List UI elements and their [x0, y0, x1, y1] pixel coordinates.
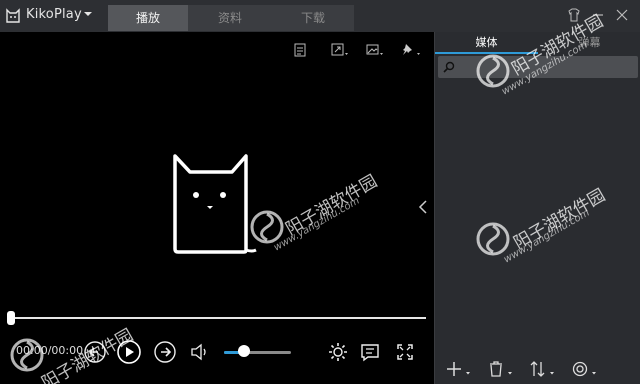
tab-library[interactable]: 资料 [188, 5, 272, 31]
search-icon [443, 61, 455, 73]
delete-icon[interactable] [487, 360, 517, 378]
app-name[interactable]: KikoPlay [26, 7, 82, 22]
watermark-logo-icon [10, 338, 44, 372]
progress-bar[interactable] [11, 317, 426, 319]
picture-icon[interactable] [365, 42, 387, 58]
close-icon[interactable] [614, 8, 630, 22]
video-player[interactable]: 00:00/00:00 [0, 32, 434, 384]
chevron-down-icon[interactable] [83, 10, 93, 18]
screenshot-icon[interactable] [330, 42, 352, 58]
fullscreen-icon[interactable] [392, 339, 418, 365]
loop-mode-icon[interactable] [571, 360, 601, 378]
playlist-info-icon[interactable] [293, 42, 307, 58]
add-icon[interactable] [445, 360, 475, 378]
sort-icon[interactable] [529, 360, 559, 378]
pin-icon[interactable] [401, 42, 425, 58]
tab-download[interactable]: 下载 [272, 5, 354, 31]
settings-gear-icon[interactable] [325, 339, 351, 365]
volume-icon[interactable] [187, 339, 213, 365]
volume-handle[interactable] [238, 345, 251, 357]
next-icon[interactable] [152, 339, 178, 365]
collapse-panel-icon[interactable] [417, 198, 429, 216]
title-bar: KikoPlay 播放 资料 下载 [0, 0, 640, 32]
watermark-logo-icon [476, 222, 510, 256]
app-logo-icon[interactable] [5, 8, 21, 24]
side-panel: 媒体 弹幕 [434, 32, 640, 384]
watermark-logo-icon [476, 54, 510, 88]
tab-play[interactable]: 播放 [108, 5, 188, 31]
playlist-toolbar [435, 354, 640, 384]
progress-handle[interactable] [7, 311, 15, 325]
danmaku-icon[interactable] [357, 339, 383, 365]
